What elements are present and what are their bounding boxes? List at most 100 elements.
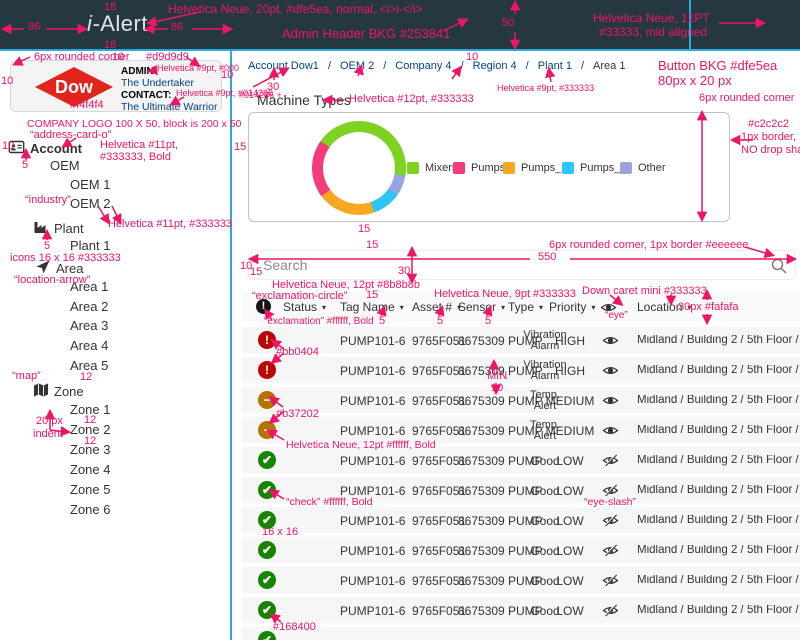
- search-icon[interactable]: [771, 258, 787, 279]
- sidebar-item-zone-5[interactable]: Zone 5: [70, 483, 110, 496]
- sidebar-item-zone-4[interactable]: Zone 4: [70, 463, 110, 476]
- sidebar-item-oem-2[interactable]: OEM 2: [70, 197, 110, 210]
- sort-caret-icon: ▾: [400, 303, 404, 312]
- column-header-asset-[interactable]: Asset #▾: [412, 301, 461, 313]
- cell-priority: MEDIUM: [535, 395, 605, 407]
- eye-slash-icon[interactable]: [602, 514, 619, 529]
- eye-slash-icon[interactable]: [602, 544, 619, 559]
- annotation: 10: [112, 52, 124, 63]
- annotation: “industry”: [25, 195, 71, 206]
- annotation: Admin Header BKG #253841: [282, 27, 450, 40]
- sort-caret-icon: ▾: [322, 303, 326, 312]
- legend-item-pumps-3[interactable]: Pumps_3: [562, 162, 626, 174]
- annotation: 1px border,: [741, 132, 796, 143]
- annotation: Button BKG #dfe5ea: [658, 59, 777, 72]
- page: i-Alert Dow ADMIN: The Undertaker CONTAC…: [0, 0, 800, 640]
- column-header-tag-name[interactable]: Tag Name ▾: [340, 301, 404, 313]
- annotation: 20 px: [36, 416, 63, 427]
- eye-icon[interactable]: [602, 364, 619, 379]
- annotation: “eye-slash”: [584, 497, 636, 508]
- annotation: Helvetica Neue, 12pt #ffffff, Bold: [286, 440, 436, 451]
- cell-priority: LOW: [535, 455, 605, 467]
- cell-priority: HIGH: [535, 365, 605, 377]
- cell-sensor: 8675309: [458, 455, 505, 467]
- cell-location: Midland / Building 2 / 5th Floor /: [637, 485, 800, 497]
- eye-icon[interactable]: [602, 394, 619, 409]
- sidebar-item-oem[interactable]: OEM: [50, 159, 80, 172]
- annotation: 15: [250, 267, 262, 278]
- annotation: 16 x 16: [262, 527, 298, 538]
- annotation: #f4f4f4: [70, 100, 104, 111]
- sidebar-item-label: Area 2: [70, 300, 108, 313]
- legend-swatch: [620, 162, 632, 174]
- cell-location: Midland / Building 2 / 5th Floor /: [637, 545, 800, 557]
- legend-item-other[interactable]: Other: [620, 162, 666, 174]
- annotation: 12: [84, 436, 96, 447]
- eye-icon[interactable]: [602, 334, 619, 349]
- annotation: NO drop shadow: [741, 145, 800, 156]
- sidebar-item-label: Zone 5: [70, 483, 110, 496]
- annotation: 30px #fafafa: [678, 302, 739, 313]
- eye-slash-icon[interactable]: [602, 604, 619, 619]
- breadcrumb-item-region-4[interactable]: Region 4: [473, 60, 517, 72]
- sidebar-item-label: Zone 6: [70, 503, 110, 516]
- cell-tag-name: PUMP101-6: [340, 365, 405, 377]
- cell-sensor: 8675309: [458, 605, 505, 617]
- annotation: Helvetica #11pt, #333333: [108, 219, 232, 230]
- annotation: 5: [379, 316, 385, 327]
- breadcrumb-separator: /: [581, 60, 584, 72]
- sidebar-item-area-2[interactable]: Area 2: [70, 300, 108, 313]
- eye-icon[interactable]: [602, 424, 619, 439]
- sidebar-item-account[interactable]: Account: [8, 139, 82, 157]
- breadcrumb-item-account-dow1[interactable]: Account Dow1: [248, 60, 319, 72]
- sidebar-item-zone-6[interactable]: Zone 6: [70, 503, 110, 516]
- breadcrumb-item-company-4[interactable]: Company 4: [395, 60, 451, 72]
- column-header-type[interactable]: Type▾: [508, 301, 543, 313]
- exclamation-circle-icon: !: [258, 331, 276, 349]
- sidebar-item-plant[interactable]: Plant: [33, 219, 84, 237]
- legend-item-pumps[interactable]: Pumps: [453, 162, 505, 174]
- sidebar-item-zone[interactable]: Zone: [33, 382, 84, 400]
- breadcrumb-item-oem-2[interactable]: OEM 2: [340, 60, 374, 72]
- legend-item-mixers[interactable]: Mixers: [407, 162, 457, 174]
- sidebar-item-oem-1[interactable]: OEM 1: [70, 178, 110, 191]
- annotation: 15: [366, 240, 378, 251]
- cell-priority: MEDIUM: [535, 425, 605, 437]
- contact-name[interactable]: The Ultimate Warrior: [121, 101, 217, 113]
- sidebar-item-plant-1[interactable]: Plant 1: [70, 239, 110, 252]
- legend-label: Other: [638, 163, 666, 174]
- table-row: !VibrationAlarmPUMP101-69765F0518675309P…: [242, 357, 800, 383]
- cell-location: Midland / Building 2 / 5th Floor /: [637, 605, 800, 617]
- column-header-status[interactable]: Status▾: [283, 301, 326, 313]
- annotation: “location-arrow”: [14, 275, 90, 286]
- annotation: 10: [466, 52, 478, 63]
- check-circle-icon: ✔: [258, 601, 276, 619]
- legend-swatch: [503, 162, 515, 174]
- annotation: Helvetica Neue, 9pt #333333: [434, 289, 576, 300]
- legend-label: Pumps_2: [521, 163, 567, 174]
- breadcrumb-separator: /: [526, 60, 529, 72]
- cell-tag-name: PUMP101-6: [340, 515, 405, 527]
- column-header-sensor[interactable]: Sensor▾: [458, 301, 505, 313]
- annotation: “eye”: [605, 311, 628, 321]
- eye-slash-icon[interactable]: [602, 574, 619, 589]
- cell-location: Midland / Building 2 / 5th Floor /: [637, 425, 800, 437]
- sidebar-item-area-3[interactable]: Area 3: [70, 319, 108, 332]
- annotation: Helvetica Neue, 12PT: [593, 12, 710, 24]
- annotation: 5: [485, 316, 491, 327]
- search-bar: [248, 250, 796, 280]
- minus-circle-icon: −: [258, 421, 276, 439]
- search-input[interactable]: [249, 251, 773, 279]
- annotation: #b37202: [276, 409, 319, 420]
- breadcrumb: Account Dow1/OEM 2/Company 4/Region 4/Pl…: [248, 60, 625, 72]
- column-header-label: Tag Name: [340, 300, 395, 314]
- column-header-priority[interactable]: Priority▾: [549, 301, 595, 313]
- breadcrumb-item-plant-1[interactable]: Plant 1: [538, 60, 572, 72]
- sidebar-item-area-4[interactable]: Area 4: [70, 339, 108, 352]
- table-row: ✔GoodPUMP101-69765F0518675309PUMPLOWMidl…: [242, 567, 800, 593]
- cell-tag-name: PUMP101-6: [340, 425, 405, 437]
- annotation: 86: [28, 22, 40, 33]
- annotation: 6px rounded corner, 1px border #eeeeee: [549, 240, 748, 251]
- legend-item-pumps-2[interactable]: Pumps_2: [503, 162, 567, 174]
- eye-slash-icon[interactable]: [602, 454, 619, 469]
